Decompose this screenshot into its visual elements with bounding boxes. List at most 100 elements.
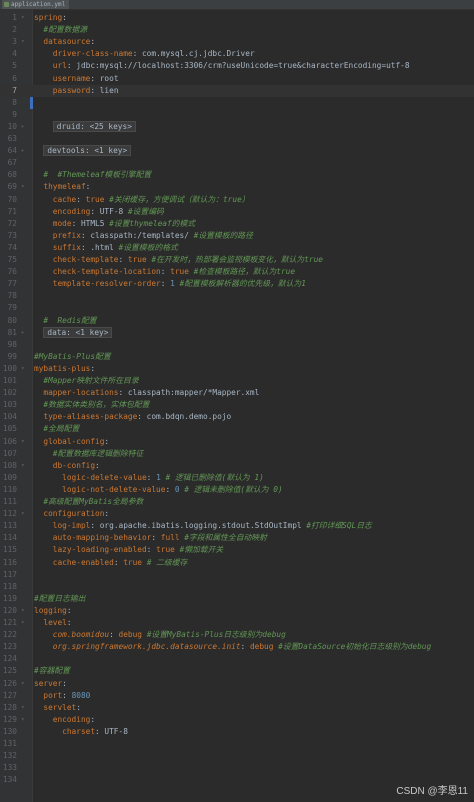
fold-toggle-icon[interactable]: ▾ <box>21 714 25 726</box>
code-line[interactable]: 114 auto-mapping-behavior: full #字段和属性全自… <box>0 532 474 544</box>
line-number: 116 <box>2 557 17 567</box>
code-line[interactable]: 100 ▾ mybatis-plus: <box>0 363 474 375</box>
code-line[interactable]: 111 #高级配置MyBatis全局参数 <box>0 496 474 508</box>
code-line[interactable]: 121 ▾ level: <box>0 617 474 629</box>
code-line[interactable]: 131 <box>0 738 474 750</box>
fold-toggle-icon[interactable]: ▾ <box>21 12 25 24</box>
code-line[interactable]: 81 ▸ data: <1 key> <box>0 326 474 339</box>
code-line[interactable]: 9 <box>0 109 474 121</box>
code-line[interactable]: 2 #配置数据源 <box>0 24 474 36</box>
fold-toggle-icon[interactable]: ▾ <box>21 508 25 520</box>
fold-toggle-icon[interactable]: ▸ <box>21 327 25 339</box>
code-text: encoding: UTF-8 #设置编码 <box>52 206 164 216</box>
code-line[interactable]: 73 prefix: classpath:/templates/ #设置模板的路… <box>0 230 474 242</box>
code-line[interactable]: 63 <box>0 133 474 145</box>
code-text: log-impl: org.apache.ibatis.logging.stdo… <box>52 521 372 531</box>
fold-toggle-icon[interactable]: ▾ <box>21 363 25 375</box>
code-line[interactable]: 130 charset: UTF-8 <box>0 726 474 738</box>
code-line[interactable]: 7 password: lien <box>0 84 474 97</box>
code-line[interactable]: 104 type-aliases-package: com.bdqn.demo.… <box>0 411 474 423</box>
code-line[interactable]: 68 # #Themeleaf模板引擎配置 <box>0 169 474 181</box>
code-editor[interactable]: 1 ▾ spring: 2 #配置数据源 3 ▾ datasource: 4 driver-… <box>0 10 474 802</box>
code-line[interactable]: 79 <box>0 302 474 314</box>
code-line[interactable]: 102 mapper-locations: classpath:mapper/*… <box>0 387 474 399</box>
code-line[interactable]: 112 ▾ configuration: <box>0 508 474 520</box>
code-line[interactable]: 103 #数据实体类别名，实体包配置 <box>0 399 474 411</box>
fold-toggle-icon[interactable]: ▾ <box>21 460 25 472</box>
code-line[interactable]: 105 #全局配置 <box>0 423 474 435</box>
line-number: 104 <box>2 412 17 422</box>
code-line[interactable]: 107 #配置数据库逻辑删除特征 <box>0 448 474 460</box>
code-line[interactable]: 101 #Mapper映射文件所在目录 <box>0 375 474 387</box>
code-line[interactable]: 116 cache-enabled: true # 二级缓存 <box>0 557 474 569</box>
fold-toggle-icon[interactable]: ▸ <box>21 145 25 157</box>
code-line[interactable]: 128 ▾ servlet: <box>0 702 474 714</box>
code-line[interactable]: 119 #配置日志输出 <box>0 593 474 605</box>
code-line[interactable]: 125 #容器配置 <box>0 665 474 677</box>
code-line[interactable]: 106 ▾ global-config: <box>0 436 474 448</box>
line-number: 69 <box>7 182 17 192</box>
fold-toggle-icon[interactable]: ▾ <box>21 36 25 48</box>
code-line[interactable]: 115 lazy-loading-enabled: true #懒加载开关 <box>0 544 474 556</box>
code-line[interactable]: 75 check-template: true #在开发时，热部署会监视模板变化… <box>0 254 474 266</box>
code-line[interactable]: 74 suffix: .html #设置模板的格式 <box>0 242 474 254</box>
code-text: suffix: .html #设置模板的格式 <box>52 242 178 252</box>
code-line[interactable]: 6 username: root <box>0 73 474 85</box>
fold-toggle-icon[interactable]: ▾ <box>21 617 25 629</box>
code-text: global-config: <box>43 436 110 446</box>
code-line[interactable]: 80 # Redis配置 <box>0 315 474 327</box>
code-line[interactable]: 10 ▸ druid: <25 keys> <box>0 120 474 133</box>
fold-toggle-icon[interactable]: ▸ <box>21 121 25 133</box>
fold-toggle-icon[interactable]: ▾ <box>21 702 25 714</box>
code-line[interactable]: 123 org.springframework.jdbc.datasource.… <box>0 641 474 653</box>
tab-label: application.yml <box>11 1 66 8</box>
code-line[interactable]: 67 <box>0 157 474 169</box>
code-line[interactable]: 98 <box>0 339 474 351</box>
code-line[interactable]: 129 ▾ encoding: <box>0 714 474 726</box>
line-number: 73 <box>7 230 17 240</box>
code-line[interactable]: 132 <box>0 750 474 762</box>
code-line[interactable]: 133 <box>0 762 474 774</box>
code-line[interactable]: 76 check-template-location: true #检查模板路径… <box>0 266 474 278</box>
code-line[interactable]: 1 ▾ spring: <box>0 12 474 24</box>
code-line[interactable]: 69 ▾ thymeleaf: <box>0 181 474 193</box>
line-number: 134 <box>2 775 17 785</box>
fold-toggle-icon[interactable]: ▾ <box>21 436 25 448</box>
fold-toggle-icon[interactable]: ▾ <box>21 605 25 617</box>
code-line[interactable]: 122 com.boomidou: debug #设置MyBatis-Plus日… <box>0 629 474 641</box>
code-line[interactable]: 108 ▾ db-config: <box>0 460 474 472</box>
code-line[interactable]: 70 cache: true #关闭缓存，方便调试（默认为：true） <box>0 194 474 206</box>
code-line[interactable]: 126 ▾ server: <box>0 678 474 690</box>
code-line[interactable]: 77 template-resolver-order: 1 #配置模板解析器的优… <box>0 278 474 290</box>
tab-application-yml[interactable]: application.yml <box>2 0 70 9</box>
code-line[interactable]: 109 logic-delete-value: 1 # 逻辑已删除值(默认为 1… <box>0 472 474 484</box>
code-line[interactable]: 8 <box>0 97 474 109</box>
code-line[interactable]: 64 ▸ devtools: <1 key> <box>0 145 474 157</box>
line-number: 127 <box>2 690 17 700</box>
fold-toggle-icon[interactable]: ▾ <box>21 678 25 690</box>
code-line[interactable]: 4 driver-class-name: com.mysql.cj.jdbc.D… <box>0 48 474 60</box>
code-line[interactable]: 124 <box>0 653 474 665</box>
code-text: check-template: true #在开发时，热部署会监视模板变化，默认… <box>52 255 323 264</box>
code-line[interactable]: 110 logic-not-delete-value: 0 # 逻辑未删除值(默… <box>0 484 474 496</box>
line-number: 63 <box>7 134 17 143</box>
code-line[interactable]: 71 encoding: UTF-8 #设置编码 <box>0 206 474 218</box>
code-line[interactable]: 99 #MyBatis-Plus配置 <box>0 351 474 363</box>
fold-toggle-icon[interactable]: ▾ <box>21 181 25 193</box>
code-line[interactable]: 127 port: 8080 <box>0 690 474 702</box>
code-line[interactable]: 5 url: jdbc:mysql://localhost:3306/crm?u… <box>0 60 474 72</box>
code-line[interactable]: 113 log-impl: org.apache.ibatis.logging.… <box>0 520 474 532</box>
code-text: encoding: <box>52 714 96 724</box>
line-number: 72 <box>7 218 17 228</box>
code-line[interactable]: 3 ▾ datasource: <box>0 36 474 48</box>
code-line[interactable]: 120 ▾ logging: <box>0 605 474 617</box>
code-line[interactable]: 78 <box>0 290 474 302</box>
code-text: cache-enabled: true # 二级缓存 <box>52 557 188 567</box>
line-number: 78 <box>7 291 17 301</box>
line-number: 71 <box>7 206 17 216</box>
code-line[interactable]: 72 mode: HTML5 #设置thymeleaf的模式 <box>0 218 474 230</box>
line-number: 125 <box>2 666 17 676</box>
code-line[interactable]: 117 <box>0 569 474 581</box>
code-line[interactable]: 118 <box>0 581 474 593</box>
line-number: 131 <box>2 739 17 748</box>
